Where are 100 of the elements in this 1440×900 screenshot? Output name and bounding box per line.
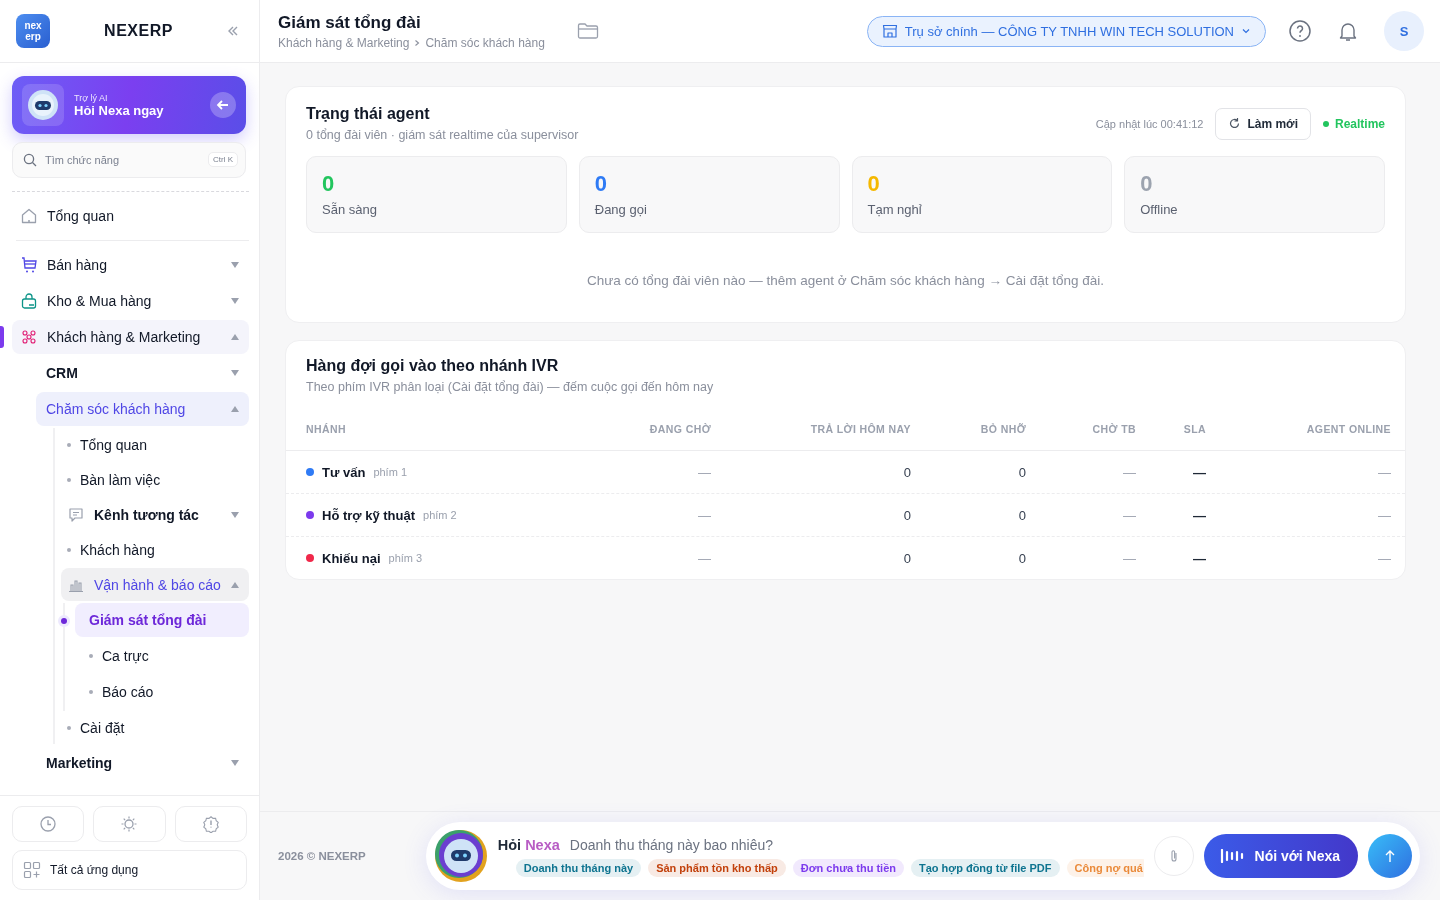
caret-icon: [231, 370, 239, 376]
voice-button[interactable]: Nói với Nexa: [1203, 834, 1358, 878]
stat-label: Offline: [1140, 202, 1179, 217]
nav-item[interactable]: Tổng quan: [55, 428, 249, 461]
collapse-icon[interactable]: [227, 25, 239, 37]
nav-item[interactable]: Bàn làm việc: [55, 463, 249, 496]
nav-item[interactable]: Cài đặt: [55, 711, 249, 744]
table-cell-text: —: [1122, 464, 1136, 480]
table-cell-text: —: [697, 507, 711, 523]
branch-name: Hỗ trợ kỹ thuật: [322, 507, 416, 523]
stat-value: 0: [867, 171, 881, 197]
history-button[interactable]: [12, 806, 85, 842]
realtime-status: Realtime: [1322, 116, 1385, 131]
key-label: phím 2: [423, 509, 457, 521]
column-header: ĐANG CHỜ: [648, 423, 711, 435]
table-cell-text: 0: [1017, 464, 1026, 480]
caret-icon: [231, 298, 239, 304]
caret-icon: [231, 581, 239, 588]
arrow-up-icon: [1383, 849, 1397, 863]
nav-item[interactable]: Ca trực: [75, 639, 249, 673]
people-icon: [20, 328, 38, 346]
all-apps-button[interactable]: Tất cả ứng dụng: [12, 850, 247, 890]
stat-label: Đang gọi: [594, 202, 648, 217]
update-time: Cập nhật lúc 00:41:12: [1095, 117, 1204, 130]
table-cell-text: —: [1377, 464, 1391, 480]
robot-icon: [22, 84, 64, 126]
table-cell-text: —: [1377, 550, 1391, 566]
table-cell-text: —: [1192, 507, 1206, 523]
table-cell-text: —: [697, 464, 711, 480]
nav-item[interactable]: Khách hàng: [55, 533, 249, 566]
nav-item[interactable]: Tổng quan: [12, 196, 249, 236]
column-header: BỎ NHỠ: [979, 423, 1026, 435]
table-cell-text: 0: [1017, 507, 1026, 523]
branch-name: Khiếu nại: [322, 550, 381, 566]
nav-item[interactable]: Báo cáo: [75, 675, 249, 709]
shortcut-hint: Ctrl K: [208, 152, 238, 167]
nav-item[interactable]: Chăm sóc khách hàng: [36, 392, 249, 426]
home-icon: [20, 207, 38, 225]
arrow-left-icon: [210, 92, 236, 118]
column-header: AGENT ONLINE: [1305, 423, 1391, 435]
nav-item[interactable]: Kênh tương tác: [61, 498, 249, 531]
stat-value: 0: [322, 171, 336, 197]
sun-icon: [120, 815, 139, 833]
ask-label: Hỏi Nexa: [497, 836, 560, 853]
store-icon: [881, 23, 898, 39]
column-header: CHỜ TB: [1091, 423, 1136, 435]
branch-name: Tư vấn: [322, 464, 366, 480]
empty-message: Chưa có tổng đài viên nào — thêm agent ở Chăm sóc khách hàng → Cài đặt tổng đài.: [586, 273, 1105, 288]
folder-icon[interactable]: [576, 22, 599, 40]
bag-icon: [20, 292, 38, 310]
column-header: TRẢ LỜI HÔM NAY: [809, 423, 911, 435]
stat-label: Tạm nghỉ: [867, 202, 923, 217]
caret-icon: [231, 262, 239, 268]
card-title: Trạng thái agent: [306, 105, 431, 123]
caret-icon: [231, 511, 239, 518]
cart-icon: [20, 256, 38, 274]
table-cell-text: —: [1122, 507, 1136, 523]
app-logo: nex erp: [16, 14, 50, 48]
alert-button[interactable]: [174, 806, 247, 842]
nav-item[interactable]: Bán hàng: [12, 248, 249, 282]
branch-selector[interactable]: Trụ sở chính — CÔNG TY TNHH WIN TECH SOLUTION: [866, 15, 1266, 47]
table-cell-text: —: [1192, 464, 1206, 480]
table-cell-text: 0: [1017, 550, 1026, 566]
stat-label: Sẵn sàng: [322, 202, 378, 217]
nav-item[interactable]: Giám sát tổng đài: [75, 603, 249, 637]
ai-assistant-button[interactable]: Trợ lý AI Hỏi Nexa ngay: [12, 76, 246, 134]
suggestion-chip[interactable]: Sản phẩm tồn kho thấp: [648, 858, 786, 877]
suggestion-chip[interactable]: Doanh thu tháng này: [515, 858, 642, 877]
chevron-right-icon: [413, 38, 422, 47]
theme-button[interactable]: [93, 806, 166, 842]
table-cell-text: 0: [902, 550, 911, 566]
user-avatar[interactable]: S: [1384, 11, 1424, 51]
help-icon[interactable]: [1288, 19, 1312, 43]
nav-item[interactable]: CRM: [36, 356, 249, 390]
suggestion-chip[interactable]: Đơn chưa thu tiền: [792, 858, 904, 877]
column-header: NHÁNH: [306, 423, 347, 435]
nav-item[interactable]: Kho & Mua hàng: [12, 284, 249, 318]
clock-icon: [39, 815, 58, 833]
caret-icon: [231, 760, 239, 766]
table-cell-text: 0: [902, 464, 911, 480]
robot-icon: [433, 829, 488, 883]
search-icon: [23, 153, 37, 167]
nav-item[interactable]: Marketing: [36, 746, 249, 780]
page-title: Giám sát tổng đài: [278, 12, 422, 33]
card-subtitle: 0 tổng đài viên · giám sát realtime của supervisor: [306, 128, 579, 142]
caret-icon: [231, 334, 239, 340]
suggestion-chip[interactable]: Tạo hợp đồng từ file PDF: [911, 858, 1060, 877]
stat-value: 0: [1140, 171, 1154, 197]
card-subtitle: Theo phím IVR phân loại (Cài đặt tổng đài) — đếm cuộc gọi đến hôm nay: [306, 380, 715, 394]
send-button[interactable]: [1368, 834, 1412, 878]
copyright: 2026 © NEXERP: [278, 850, 366, 862]
stat-value: 0: [594, 171, 608, 197]
table-cell-text: —: [697, 550, 711, 566]
chevron-down-icon: [1241, 26, 1251, 36]
refresh-button[interactable]: Làm mới: [1215, 107, 1311, 140]
alert-icon: [201, 815, 220, 833]
table-cell-text: 0: [902, 507, 911, 523]
nav-item[interactable]: Vận hành & báo cáo: [61, 568, 249, 601]
attach-button[interactable]: [1153, 836, 1194, 876]
caret-icon: [231, 406, 239, 412]
